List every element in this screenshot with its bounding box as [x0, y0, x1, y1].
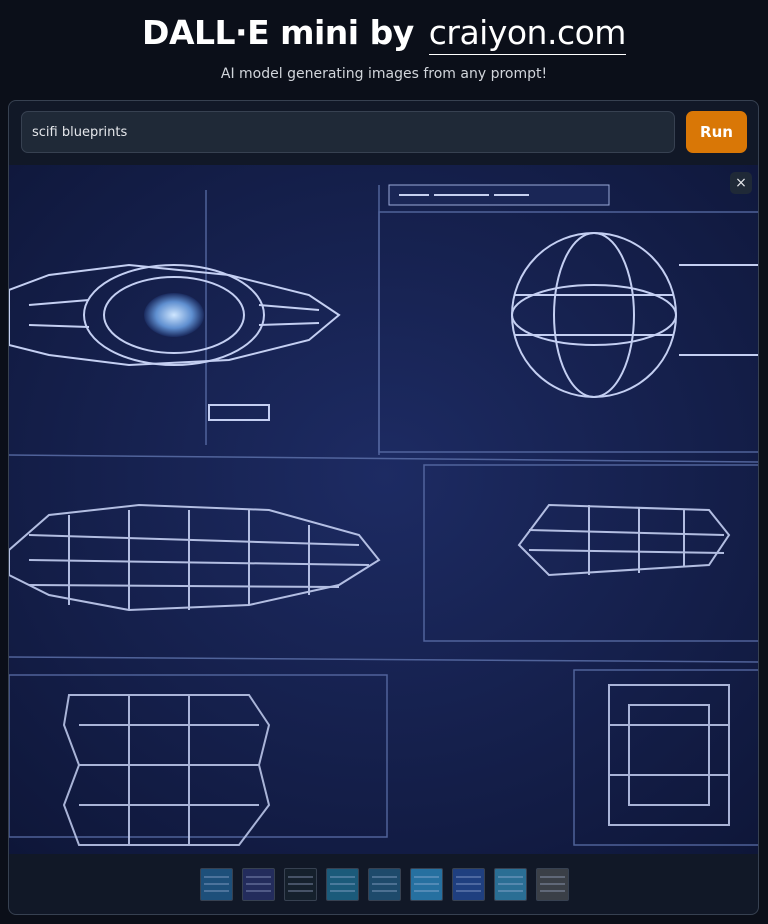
page-subtitle: AI model generating images from any prom…: [220, 66, 548, 82]
thumbnail-2[interactable]: [242, 868, 275, 901]
thumb-4: [330, 876, 355, 892]
page-title: DALL·E mini by craiyon.com: [0, 12, 768, 55]
thumb-8: [498, 876, 523, 892]
thumbnail-6[interactable]: [410, 868, 443, 901]
thumb-6: [414, 876, 439, 892]
prompt-input[interactable]: [21, 111, 675, 153]
thumbnail-9[interactable]: [536, 868, 569, 901]
thumbnail-5[interactable]: [368, 868, 401, 901]
scifi-blueprint-image: [9, 165, 758, 854]
thumb-2: [246, 876, 271, 892]
thumbnail-7[interactable]: [452, 868, 485, 901]
header: DALL·E mini by craiyon.com AI model gene…: [0, 0, 768, 88]
thumb-3: [288, 876, 313, 892]
thumbnail-1[interactable]: [200, 868, 233, 901]
craiyon-link[interactable]: craiyon.com: [428, 13, 626, 55]
generator-panel: Run: [8, 100, 759, 915]
run-button[interactable]: Run: [686, 111, 747, 153]
thumb-1: [204, 876, 229, 892]
thumb-7: [456, 876, 481, 892]
thumb-9: [540, 876, 565, 892]
thumbnail-strip: [9, 854, 758, 914]
thumbnail-4[interactable]: [326, 868, 359, 901]
thumbnail-8[interactable]: [494, 868, 527, 901]
prompt-row: [21, 111, 675, 153]
thumb-5: [372, 876, 397, 892]
image-viewer: ×: [9, 165, 758, 854]
thumbnail-3[interactable]: [284, 868, 317, 901]
title-text: DALL·E mini by: [142, 13, 414, 52]
close-icon[interactable]: ×: [730, 172, 752, 194]
